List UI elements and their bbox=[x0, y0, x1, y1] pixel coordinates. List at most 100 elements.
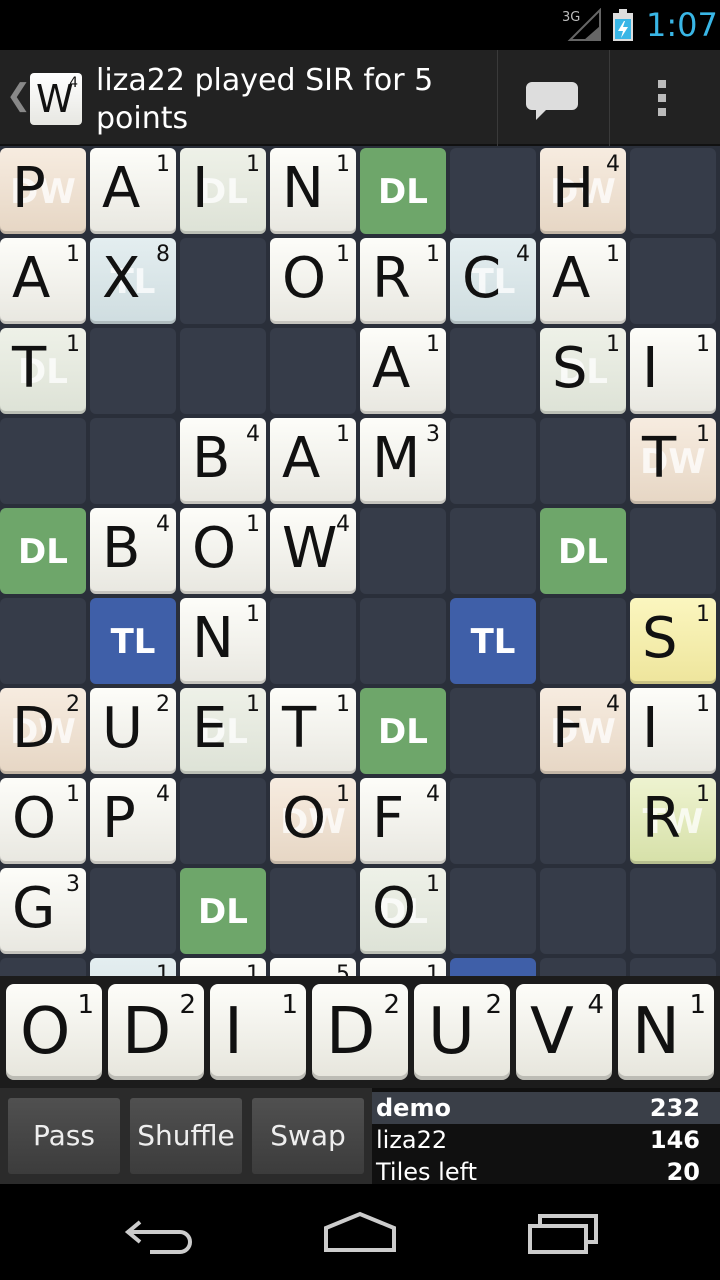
swap-button[interactable]: Swap bbox=[252, 1098, 364, 1174]
board-square[interactable] bbox=[180, 328, 266, 414]
board-square[interactable] bbox=[90, 418, 176, 504]
overflow-menu-button[interactable] bbox=[610, 50, 720, 146]
game-board[interactable]: DW P A 1 DL I 1 N 1 DL DW H 4 A 1 TL X 8 O 1 R 1 TL C 4 A 1 DL T 1 A 1 D… bbox=[0, 146, 720, 976]
board-tile[interactable]: P4 bbox=[90, 778, 176, 864]
board-tile[interactable]: 5 bbox=[270, 958, 356, 976]
bonus-square-tl[interactable]: TL bbox=[450, 958, 536, 976]
chat-button[interactable] bbox=[498, 50, 608, 146]
board-square[interactable] bbox=[630, 508, 716, 594]
board-square[interactable] bbox=[450, 778, 536, 864]
board-tile[interactable]: I1 bbox=[630, 328, 716, 414]
board-square[interactable] bbox=[450, 418, 536, 504]
back-icon[interactable] bbox=[120, 1208, 200, 1256]
board-square[interactable] bbox=[90, 868, 176, 954]
board-tile[interactable]: DL O 1 bbox=[360, 868, 446, 954]
rack-tile[interactable]: U2 bbox=[414, 984, 510, 1080]
board-tile[interactable]: U2 bbox=[90, 688, 176, 774]
board-tile[interactable]: DL I 1 bbox=[180, 148, 266, 234]
board-tile[interactable]: 1 bbox=[360, 958, 446, 976]
board-tile[interactable]: I1 bbox=[630, 688, 716, 774]
bonus-square-dl[interactable]: DL bbox=[360, 688, 446, 774]
bonus-square-dl[interactable]: DL bbox=[540, 508, 626, 594]
board-square[interactable] bbox=[540, 598, 626, 684]
board-tile[interactable]: DW O 1 bbox=[270, 778, 356, 864]
board-tile[interactable]: M3 bbox=[360, 418, 446, 504]
back-chevron-icon[interactable]: ❮ bbox=[6, 78, 31, 113]
board-tile[interactable]: N1 bbox=[180, 598, 266, 684]
board-square[interactable] bbox=[270, 598, 356, 684]
board-tile[interactable]: A1 bbox=[270, 418, 356, 504]
board-tile[interactable]: DW D 2 bbox=[0, 688, 86, 774]
board-square[interactable] bbox=[450, 688, 536, 774]
board-square[interactable] bbox=[270, 328, 356, 414]
board-tile[interactable]: DL E 1 bbox=[180, 688, 266, 774]
board-tile[interactable]: DL S 1 bbox=[540, 328, 626, 414]
board-square[interactable] bbox=[630, 868, 716, 954]
board-tile[interactable]: A1 bbox=[0, 238, 86, 324]
board-tile[interactable]: F4 bbox=[360, 778, 446, 864]
board-tile[interactable]: W4 bbox=[270, 508, 356, 594]
board-square[interactable] bbox=[630, 148, 716, 234]
board-tile[interactable]: O1 bbox=[180, 508, 266, 594]
rack-tile[interactable]: N1 bbox=[618, 984, 714, 1080]
rack-tile[interactable]: D2 bbox=[108, 984, 204, 1080]
board-tile[interactable]: TL C 4 bbox=[450, 238, 536, 324]
pass-button[interactable]: Pass bbox=[8, 1098, 120, 1174]
tile-rack[interactable]: O1D2I1D2U2V4N1 bbox=[0, 976, 720, 1088]
board-tile[interactable]: O1 bbox=[270, 238, 356, 324]
board-tile[interactable]: R1 bbox=[360, 238, 446, 324]
recent-apps-icon[interactable] bbox=[524, 1208, 604, 1256]
board-tile[interactable]: DW F 4 bbox=[540, 688, 626, 774]
board-square[interactable] bbox=[270, 868, 356, 954]
board-square[interactable] bbox=[540, 958, 626, 976]
board-square[interactable] bbox=[450, 508, 536, 594]
board-square[interactable] bbox=[360, 508, 446, 594]
bonus-square-dl[interactable]: DL bbox=[0, 508, 86, 594]
tile-score: 1 bbox=[66, 332, 80, 357]
board-square[interactable] bbox=[180, 238, 266, 324]
bonus-square-dl[interactable]: DL bbox=[180, 868, 266, 954]
board-tile[interactable]: TW R 1 bbox=[630, 778, 716, 864]
board-tile[interactable]: N1 bbox=[270, 148, 356, 234]
board-tile[interactable]: O1 bbox=[0, 778, 86, 864]
board-tile[interactable]: B4 bbox=[90, 508, 176, 594]
rack-tile[interactable]: O1 bbox=[6, 984, 102, 1080]
rack-tile[interactable]: V4 bbox=[516, 984, 612, 1080]
home-icon[interactable] bbox=[320, 1208, 400, 1256]
rack-tile[interactable]: I1 bbox=[210, 984, 306, 1080]
board-square[interactable] bbox=[630, 238, 716, 324]
board-square[interactable] bbox=[360, 598, 446, 684]
board-tile[interactable]: DW H 4 bbox=[540, 148, 626, 234]
board-square[interactable] bbox=[540, 418, 626, 504]
rack-tile[interactable]: D2 bbox=[312, 984, 408, 1080]
board-tile[interactable]: S1 bbox=[630, 598, 716, 684]
board-square[interactable] bbox=[540, 778, 626, 864]
board-tile[interactable]: G3 bbox=[0, 868, 86, 954]
board-tile[interactable]: DW T 1 bbox=[630, 418, 716, 504]
board-tile[interactable]: A1 bbox=[540, 238, 626, 324]
board-square[interactable] bbox=[450, 148, 536, 234]
board-tile[interactable]: A1 bbox=[360, 328, 446, 414]
board-tile[interactable]: TL X 8 bbox=[90, 238, 176, 324]
board-square[interactable] bbox=[0, 418, 86, 504]
bonus-square-dl[interactable]: DL bbox=[360, 148, 446, 234]
board-square[interactable] bbox=[0, 598, 86, 684]
board-square[interactable] bbox=[450, 868, 536, 954]
bonus-square-tl[interactable]: TL bbox=[90, 598, 176, 684]
board-tile[interactable]: DL T 1 bbox=[0, 328, 86, 414]
board-square[interactable] bbox=[0, 958, 86, 976]
board-tile[interactable]: A1 bbox=[90, 148, 176, 234]
board-square[interactable] bbox=[540, 868, 626, 954]
board-square[interactable] bbox=[90, 328, 176, 414]
board-square[interactable] bbox=[450, 328, 536, 414]
board-tile[interactable]: T1 bbox=[270, 688, 356, 774]
app-logo[interactable]: W 4 bbox=[30, 73, 82, 125]
shuffle-button[interactable]: Shuffle bbox=[130, 1098, 242, 1174]
board-tile[interactable]: TL1 bbox=[90, 958, 176, 976]
board-square[interactable] bbox=[180, 778, 266, 864]
board-square[interactable] bbox=[630, 958, 716, 976]
board-tile[interactable]: 1 bbox=[180, 958, 266, 976]
bonus-square-tl[interactable]: TL bbox=[450, 598, 536, 684]
board-tile[interactable]: DW P bbox=[0, 148, 86, 234]
board-tile[interactable]: B4 bbox=[180, 418, 266, 504]
